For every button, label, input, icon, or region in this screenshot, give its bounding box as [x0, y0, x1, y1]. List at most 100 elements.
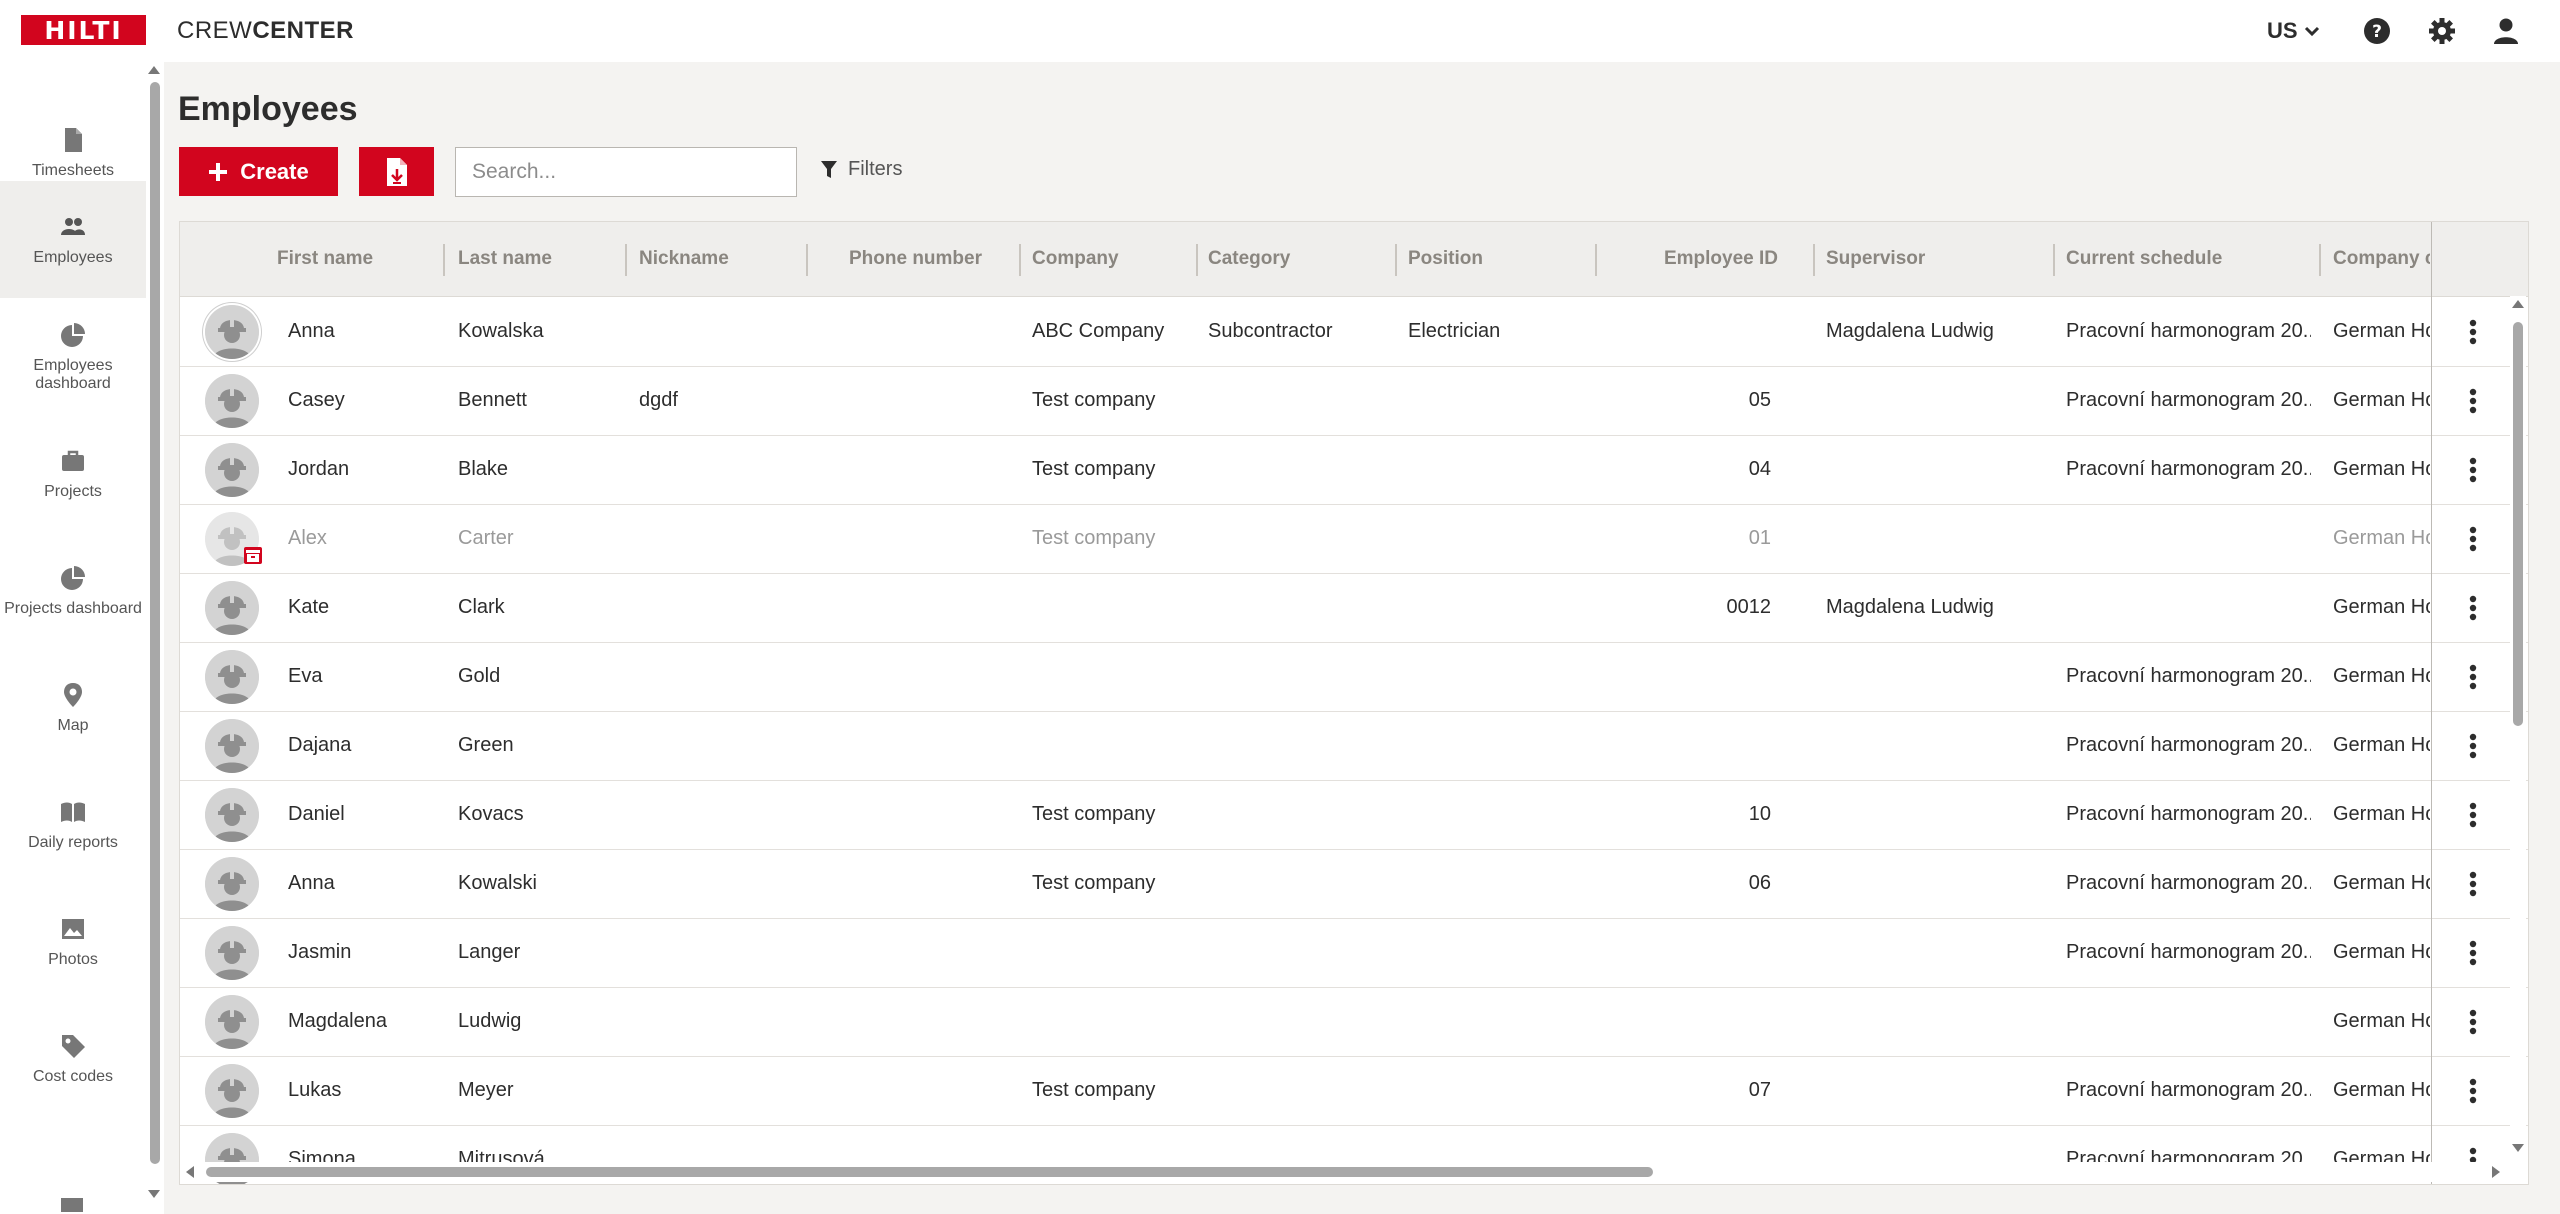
worker-helmet-icon: [205, 926, 259, 980]
table-row[interactable]: Lukas Meyer Test company 07 Pracovní harmono…: [180, 1056, 2528, 1126]
cell-emp-id: [1600, 297, 1771, 366]
row-menu-button[interactable]: [2458, 711, 2488, 780]
row-menu-button[interactable]: [2458, 918, 2488, 987]
column-header-nickname[interactable]: Nickname: [639, 222, 789, 296]
cell-category: [1208, 504, 1388, 573]
cell-category: [1208, 780, 1388, 849]
sidebar-scrollbar[interactable]: [148, 62, 164, 1214]
table-row[interactable]: Jordan Blake Test company 04 Pracovní harmon…: [180, 435, 2528, 505]
column-resizer[interactable]: [2053, 244, 2055, 276]
more-vertical-icon: [2469, 388, 2477, 413]
row-menu-button[interactable]: [2458, 1056, 2488, 1125]
equipment-icon[interactable]: [58, 1190, 86, 1214]
column-header-company-c[interactable]: Company c: [2333, 222, 2430, 296]
column-header-category[interactable]: Category: [1208, 222, 1378, 296]
table-vertical-scrollbar[interactable]: [2510, 296, 2526, 1154]
column-header-first-name[interactable]: First name: [277, 222, 427, 296]
sidebar-item-cost-codes[interactable]: Cost codes: [0, 1000, 146, 1117]
table-scroll-right-arrow[interactable]: [2492, 1166, 2500, 1178]
column-header-employee-id[interactable]: Employee ID: [1600, 222, 1778, 296]
gear-icon[interactable]: [2427, 16, 2457, 46]
export-button[interactable]: [359, 147, 434, 196]
cell-nickname: [639, 780, 799, 849]
sidebar-item-projects-dashboard[interactable]: Projects dashboard: [0, 532, 146, 649]
help-icon[interactable]: ?: [2362, 16, 2392, 46]
sidebar-item-label: Photos: [48, 950, 98, 968]
column-resizer[interactable]: [1813, 244, 1815, 276]
column-header-position[interactable]: Position: [1408, 222, 1578, 296]
column-resizer[interactable]: [2319, 244, 2321, 276]
cell-company: Test company: [1032, 872, 1156, 894]
row-menu-button[interactable]: [2458, 573, 2488, 642]
sidebar-item-employees-dashboard[interactable]: Employees dashboard: [0, 298, 146, 415]
worker-helmet-icon: [205, 857, 259, 911]
sidebar-item-daily-reports[interactable]: Daily reports: [0, 766, 146, 883]
row-menu-button[interactable]: [2458, 297, 2488, 366]
briefcase-icon: [62, 450, 84, 471]
table-row[interactable]: Kate Clark 0012 Magdalena Ludwig German Hol: [180, 573, 2528, 643]
column-resizer[interactable]: [1395, 244, 1397, 276]
cell-category: [1208, 711, 1388, 780]
column-resizer[interactable]: [806, 244, 808, 276]
worker-helmet-icon: [205, 719, 259, 773]
table-scroll-up-arrow[interactable]: [2512, 300, 2524, 308]
cell-schedule: Pracovní harmonogram 20...: [2066, 320, 2311, 342]
column-resizer[interactable]: [443, 244, 445, 276]
row-menu-button[interactable]: [2458, 849, 2488, 918]
row-menu-button[interactable]: [2458, 987, 2488, 1056]
hilti-logo[interactable]: HILTI: [21, 15, 146, 45]
cell-company-c: German Hol: [2333, 1010, 2430, 1032]
column-resizer[interactable]: [625, 244, 627, 276]
region-selector[interactable]: US: [2267, 18, 2320, 44]
sidebar-scrollbar-thumb[interactable]: [150, 82, 160, 1164]
cell-schedule: [2066, 987, 2311, 1056]
filters-button[interactable]: Filters: [820, 158, 902, 181]
avatar: [205, 443, 259, 497]
row-menu-button[interactable]: [2458, 642, 2488, 711]
sidebar-item-projects[interactable]: Projects: [0, 415, 146, 532]
column-header-current-schedule[interactable]: Current schedule: [2066, 222, 2296, 296]
sidebar-item-map[interactable]: Map: [0, 649, 146, 766]
cell-company: [1032, 918, 1192, 987]
table-row[interactable]: Daniel Kovacs Test company 10 Pracovní harmo…: [180, 780, 2528, 850]
sidebar-item-employees[interactable]: Employees: [0, 181, 146, 298]
table-row[interactable]: Anna Kowalski Test company 06 Pracovní harmo…: [180, 849, 2528, 919]
column-header-company[interactable]: Company: [1032, 222, 1182, 296]
cell-position: [1408, 435, 1588, 504]
cell-phone: [820, 642, 980, 711]
column-resizer[interactable]: [1196, 244, 1198, 276]
cell-nickname: [639, 435, 799, 504]
row-menu-button[interactable]: [2458, 504, 2488, 573]
column-header-supervisor[interactable]: Supervisor: [1826, 222, 2026, 296]
cell-emp-id: 0012: [1726, 596, 1772, 618]
cell-first: Anna: [288, 320, 335, 342]
row-menu-button[interactable]: [2458, 435, 2488, 504]
create-button[interactable]: Create: [179, 147, 338, 196]
scroll-up-arrow[interactable]: [148, 66, 160, 74]
table-row[interactable]: Magdalena Ludwig German Hol: [180, 987, 2528, 1057]
row-menu-button[interactable]: [2458, 780, 2488, 849]
column-header-phone-number[interactable]: Phone number: [820, 222, 982, 296]
user-icon[interactable]: [2491, 16, 2521, 46]
table-row[interactable]: Alex Carter Test company 01 German Hol: [180, 504, 2528, 574]
table-vertical-scrollbar-thumb[interactable]: [2513, 322, 2523, 726]
table-scroll-down-arrow[interactable]: [2512, 1144, 2524, 1152]
table-horizontal-scrollbar[interactable]: [180, 1162, 2510, 1182]
table-row[interactable]: Dajana Green Pracovní harmonogram 20... Ger…: [180, 711, 2528, 781]
sidebar-item-label: Projects: [44, 482, 102, 500]
sidebar-item-photos[interactable]: Photos: [0, 883, 146, 1000]
cell-schedule: Pracovní harmonogram 20...: [2066, 803, 2311, 825]
cell-emp-id: 10: [1748, 803, 1771, 825]
cell-emp-id: [1600, 711, 1771, 780]
column-resizer[interactable]: [1019, 244, 1021, 276]
table-scroll-left-arrow[interactable]: [186, 1166, 194, 1178]
table-row[interactable]: Jasmin Langer Pracovní harmonogram 20... Ge…: [180, 918, 2528, 988]
row-menu-button[interactable]: [2458, 366, 2488, 435]
search-input[interactable]: [455, 147, 797, 197]
table-horizontal-scrollbar-thumb[interactable]: [206, 1167, 1653, 1177]
table-row[interactable]: Casey Bennett dgdf Test company 05 Pracovní h…: [180, 366, 2528, 436]
scroll-down-arrow[interactable]: [148, 1190, 160, 1198]
column-header-last-name[interactable]: Last name: [458, 222, 608, 296]
table-row[interactable]: Eva Gold Pracovní harmonogram 20... German …: [180, 642, 2528, 712]
table-row[interactable]: Anna Kowalska ABC Company Subcontractor Elec…: [180, 297, 2528, 367]
